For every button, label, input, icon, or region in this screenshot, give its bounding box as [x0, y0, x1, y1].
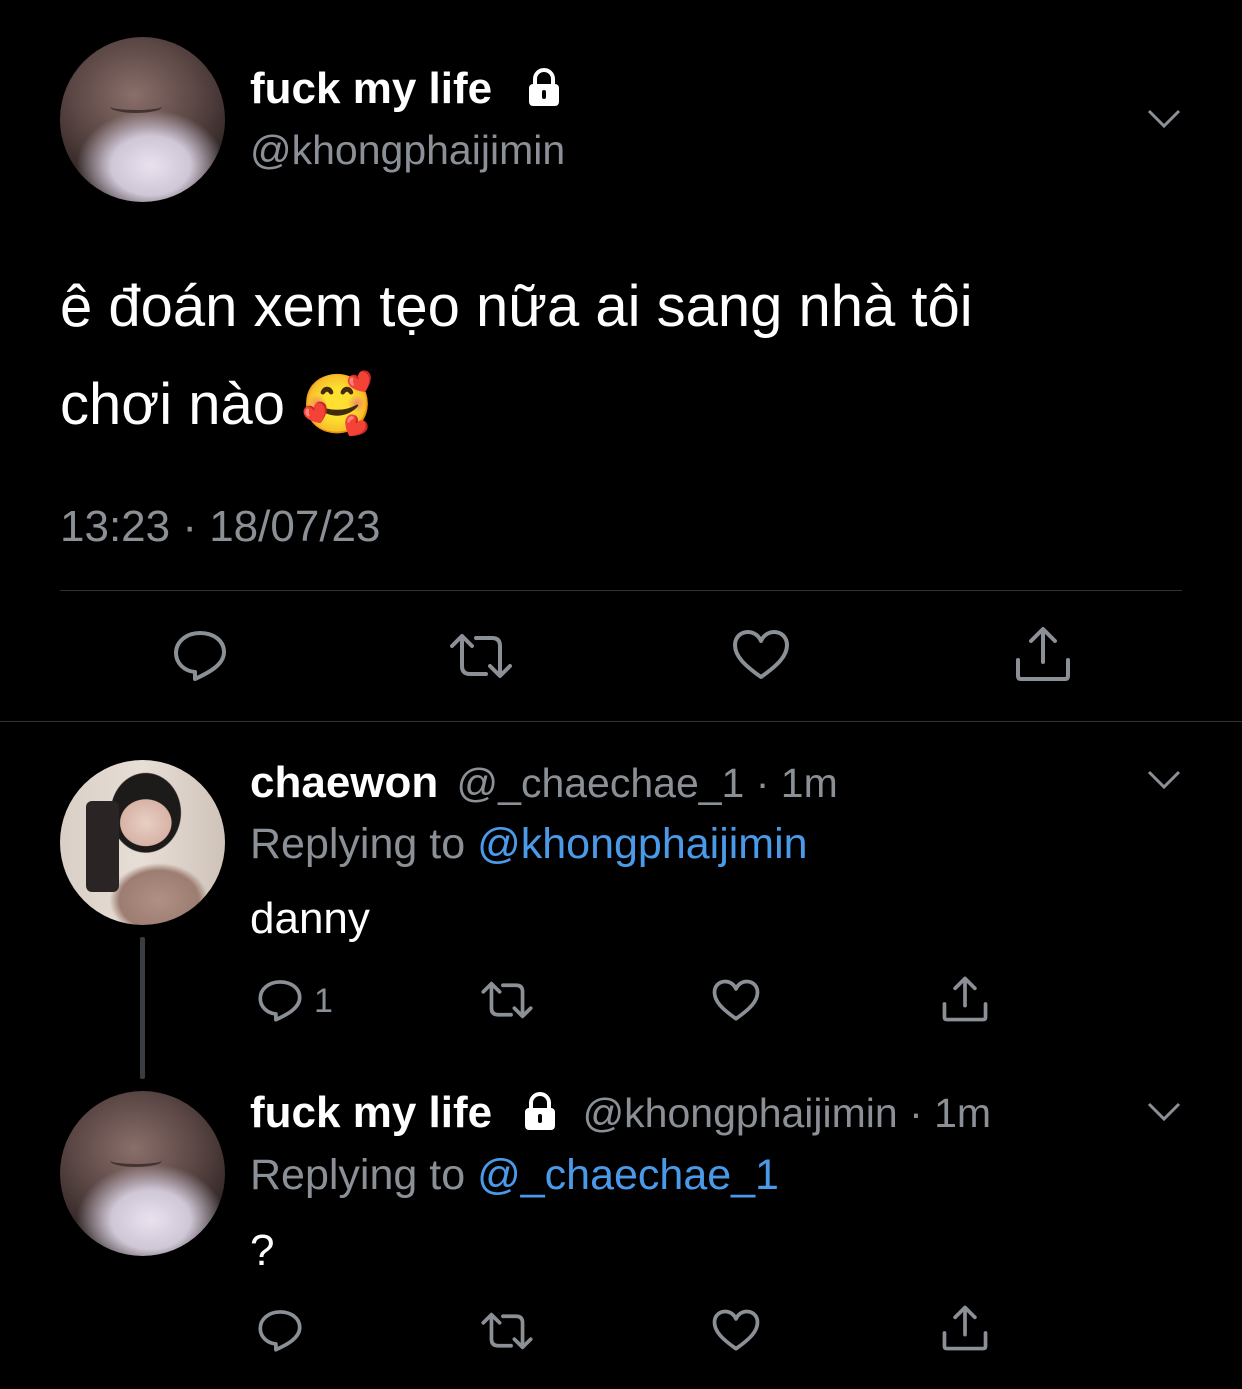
share-icon[interactable] [941, 976, 989, 1022]
reply-icon[interactable] [257, 977, 303, 1023]
chevron-down-icon[interactable] [1147, 770, 1181, 790]
handle[interactable]: @khongphaijimin [250, 127, 565, 174]
section-divider [0, 721, 1242, 722]
like-icon[interactable] [732, 629, 790, 681]
display-name[interactable]: chaewon [250, 758, 438, 807]
reply-icon[interactable] [257, 1307, 303, 1353]
thread-line [140, 937, 145, 1079]
handle-time[interactable]: @khongphaijimin · 1m [583, 1090, 992, 1136]
avatar[interactable] [60, 760, 225, 925]
like-icon[interactable] [712, 979, 760, 1022]
lock-icon [525, 1092, 556, 1131]
retweet-icon[interactable] [480, 1311, 534, 1351]
reply-count: 1 [314, 982, 333, 1020]
reply-icon[interactable] [172, 627, 228, 683]
handle-time[interactable]: @_chaechae_1 · 1m [457, 760, 838, 806]
avatar[interactable] [60, 1091, 225, 1256]
smiling-face-with-hearts-emoji: 🥰 [301, 372, 374, 437]
chevron-down-icon[interactable] [1147, 109, 1181, 129]
tweet-text: ê đoán xem tẹo nữa ai sang nhà tôi chơi … [60, 274, 973, 437]
display-name[interactable]: fuck my life [250, 64, 566, 114]
chevron-down-icon[interactable] [1147, 1102, 1181, 1122]
avatar[interactable] [60, 37, 225, 202]
replying-to-link[interactable]: @_chaechae_1 [477, 1151, 779, 1199]
reply-text: danny [250, 894, 370, 943]
replying-to: Replying to @khongphaijimin [250, 820, 808, 868]
timestamp[interactable]: 13:23 · 18/07/23 [60, 502, 380, 552]
share-icon[interactable] [941, 1305, 989, 1351]
like-icon[interactable] [712, 1309, 760, 1352]
reply-text: ? [250, 1226, 275, 1275]
lock-icon [529, 68, 560, 107]
replying-to-link[interactable]: @khongphaijimin [477, 820, 808, 868]
share-icon[interactable] [1014, 626, 1072, 682]
reply-header: fuck my life @khongphaijimin · 1m [250, 1088, 991, 1138]
replying-to: Replying to @_chaechae_1 [250, 1151, 779, 1199]
divider [60, 590, 1182, 591]
retweet-icon[interactable] [448, 632, 514, 680]
retweet-icon[interactable] [480, 980, 534, 1020]
reply-header: chaewon @_chaechae_1 · 1m [250, 758, 838, 808]
display-name[interactable]: fuck my life [250, 1088, 492, 1137]
